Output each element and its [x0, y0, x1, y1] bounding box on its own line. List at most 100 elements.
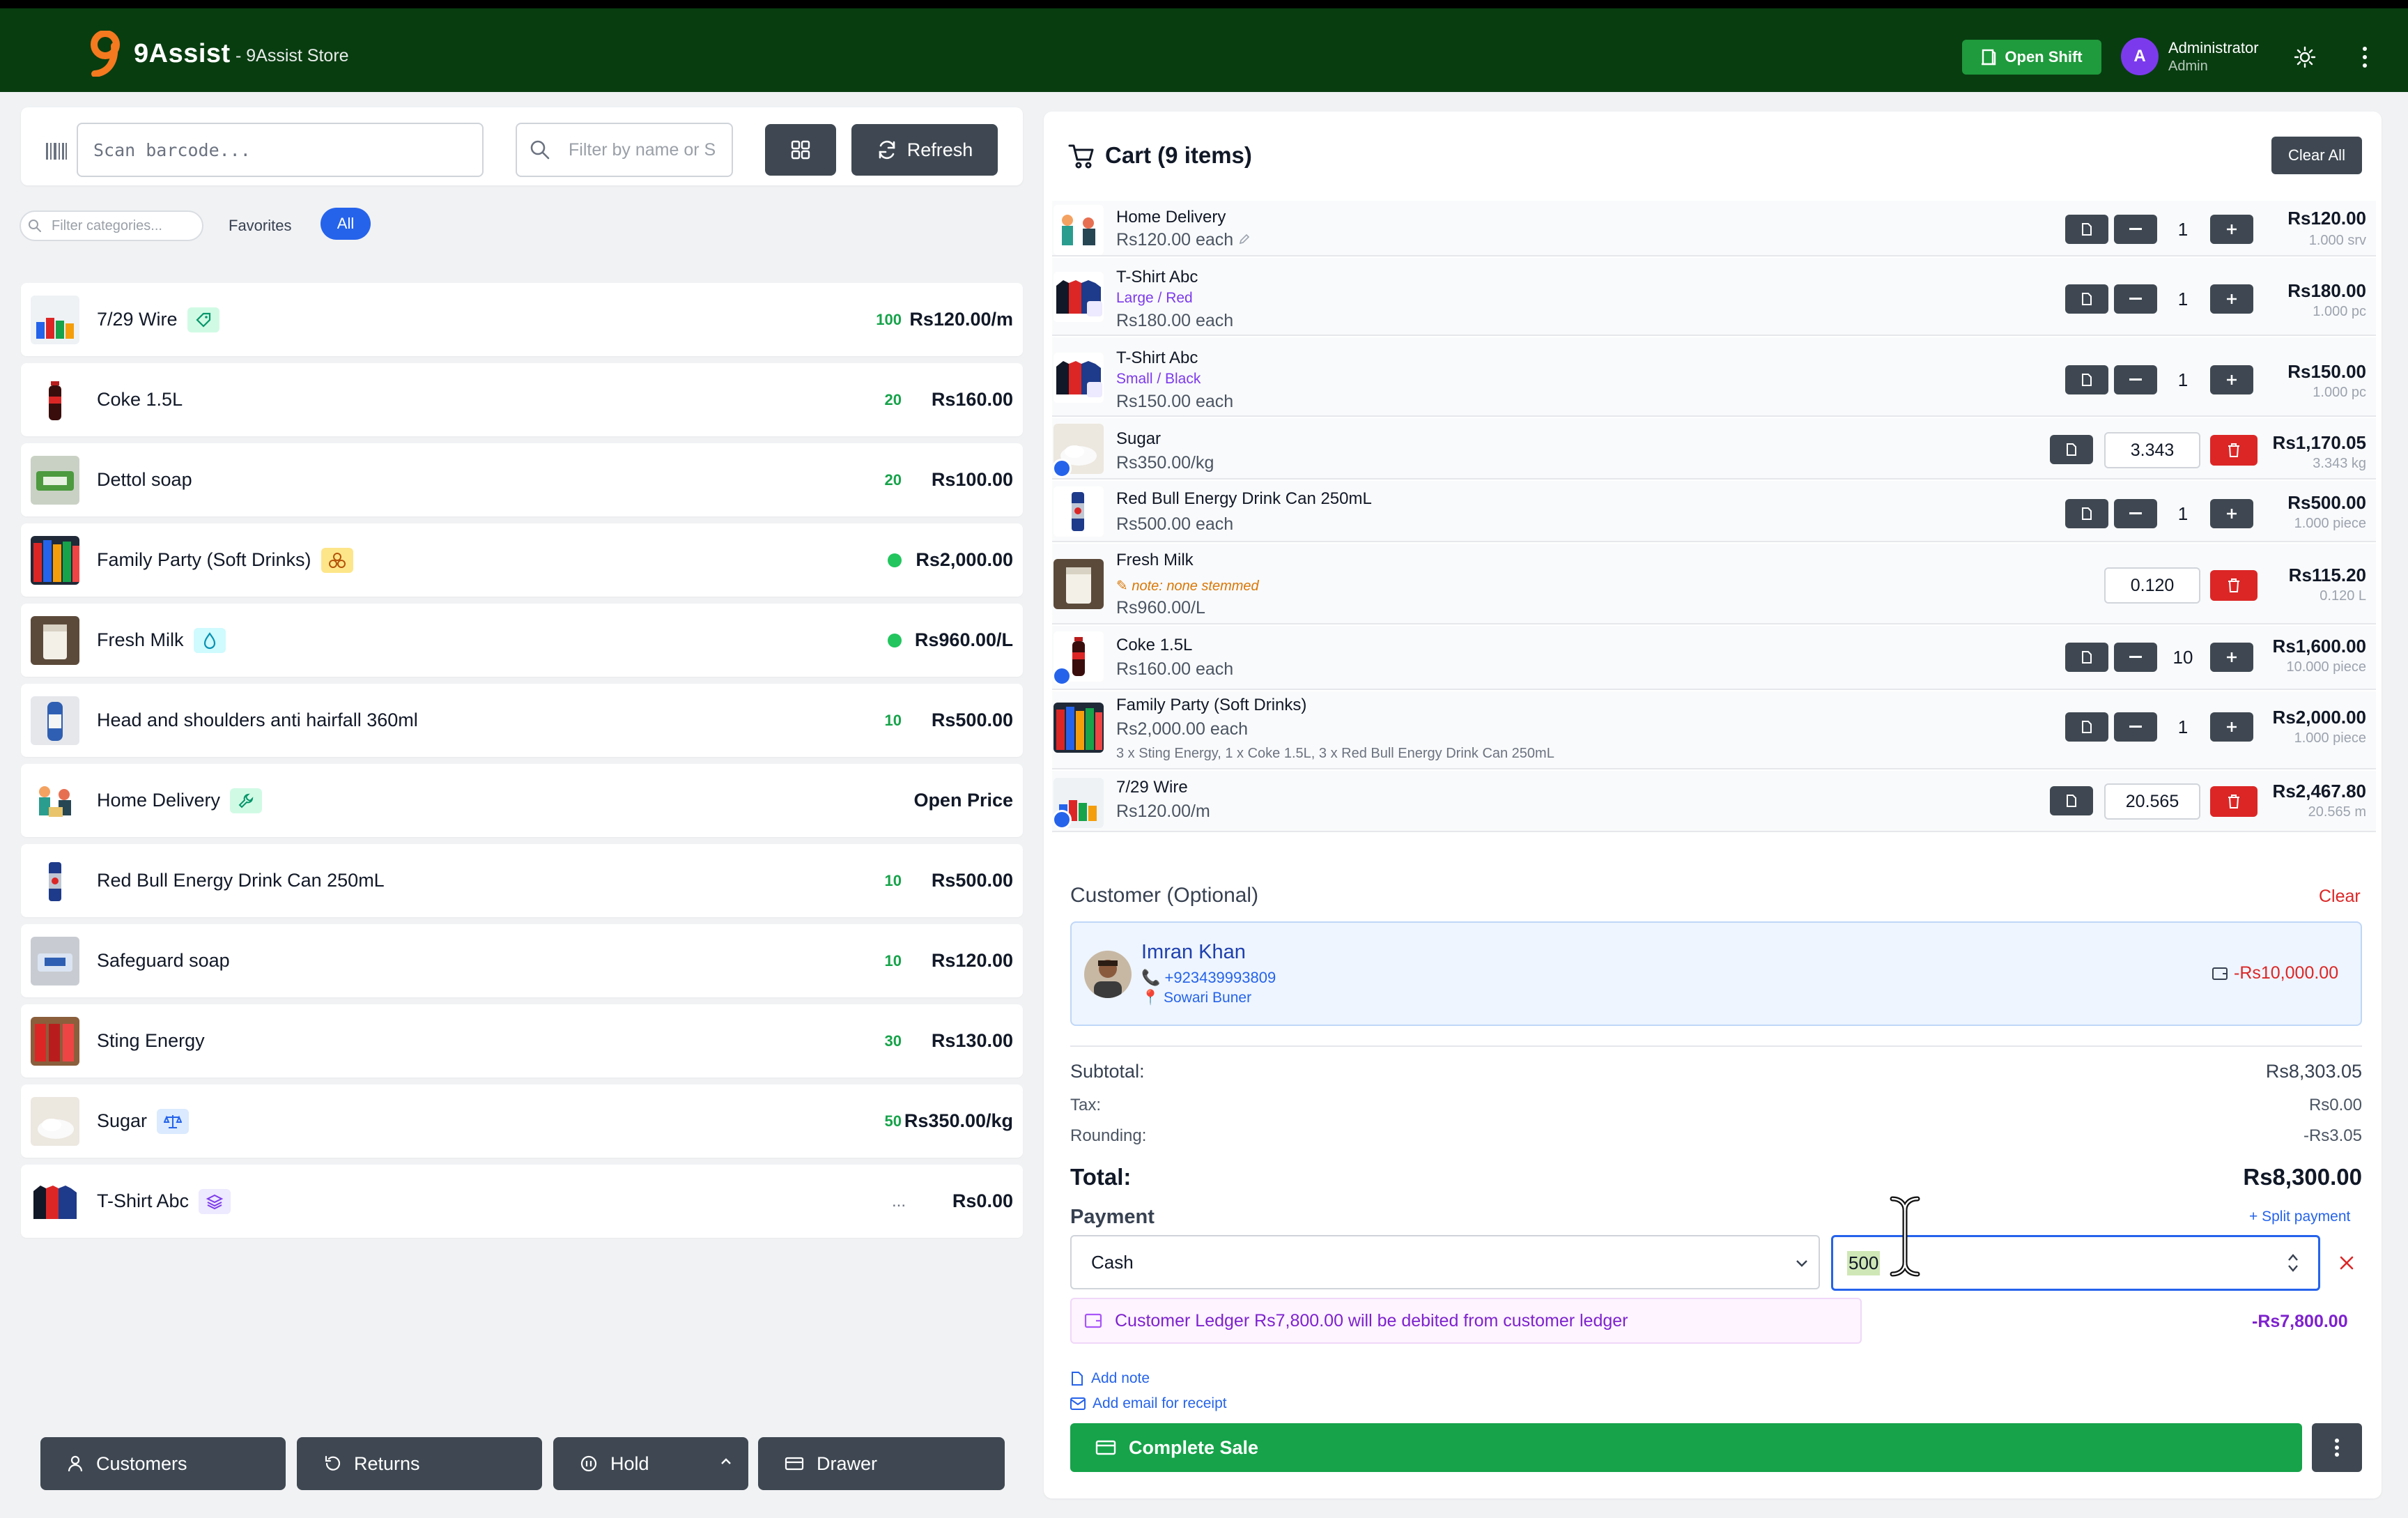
item-note-button[interactable]	[2050, 786, 2093, 815]
category-filter-input[interactable]: Filter categories...	[20, 210, 203, 241]
decrease-qty-button[interactable]	[2114, 643, 2157, 672]
product-price: Rs500.00	[931, 710, 1013, 730]
item-note-button[interactable]	[2065, 712, 2108, 742]
product-item[interactable]: T-Shirt Abc ... Rs0.00	[21, 1165, 1023, 1238]
cart-item: Sugar Rs350.00/kg 3.343 Rs1,170.05 3.343…	[1052, 418, 2376, 480]
increase-qty-button[interactable]	[2210, 712, 2253, 742]
product-price: Rs2,000.00	[916, 549, 1013, 570]
remove-item-button[interactable]	[2210, 570, 2258, 601]
product-name: Head and shoulders anti hairfall 360ml	[97, 710, 418, 730]
more-vertical-icon[interactable]	[2354, 45, 2376, 70]
open-shift-button[interactable]: Open Shift	[1962, 40, 2101, 75]
add-note-link[interactable]: Add note	[1070, 1370, 1150, 1387]
product-name: Home Delivery	[97, 790, 221, 811]
increase-qty-button[interactable]	[2210, 499, 2253, 528]
chevron-up-icon[interactable]	[719, 1457, 733, 1466]
category-favorites[interactable]: Favorites	[220, 211, 300, 240]
cart-item-unit: 1.000 srv	[2308, 233, 2366, 248]
increase-qty-button[interactable]	[2210, 284, 2253, 314]
cart-item-total: Rs2,000.00	[2272, 707, 2366, 728]
weight-qty-input[interactable]: 3.343	[2104, 432, 2200, 468]
item-note-button[interactable]	[2065, 365, 2108, 394]
product-price: Rs500.00	[931, 870, 1013, 891]
split-payment-link[interactable]: + Split payment	[2249, 1209, 2350, 1225]
product-item[interactable]: Sting Energy 30 Rs130.00	[21, 1004, 1023, 1078]
length-qty-input[interactable]: 20.565	[2104, 783, 2200, 820]
item-note-button[interactable]	[2065, 284, 2108, 314]
item-note-button[interactable]	[2065, 215, 2108, 244]
remove-payment-icon[interactable]	[2337, 1253, 2356, 1273]
customer-section-label: Customer (Optional)	[1070, 884, 1259, 907]
layers-icon	[199, 1188, 231, 1214]
more-options-button[interactable]	[2312, 1423, 2362, 1472]
product-item[interactable]: Coke 1.5L 20 Rs160.00	[21, 363, 1023, 436]
add-email-link[interactable]: Add email for receipt	[1070, 1395, 1227, 1412]
cart-item-unit: 10.000 piece	[2286, 659, 2366, 675]
note-icon	[2082, 223, 2092, 236]
number-spinner-icon[interactable]	[2285, 1250, 2301, 1275]
cart-item-name: Family Party (Soft Drinks)	[1116, 696, 1307, 714]
increase-qty-button[interactable]	[2210, 643, 2253, 672]
product-thumbnail	[31, 1177, 79, 1226]
weight-qty-input[interactable]: 0.120	[2104, 567, 2200, 604]
customer-name: Imran Khan	[1141, 941, 1246, 963]
product-item[interactable]: Fresh Milk Rs960.00/L	[21, 604, 1023, 677]
clear-all-button[interactable]: Clear All	[2271, 137, 2362, 174]
hold-button[interactable]: Hold	[553, 1437, 748, 1490]
cart-item-thumbnail	[1054, 353, 1104, 403]
product-price: Open Price	[913, 790, 1013, 811]
item-note-button[interactable]	[2065, 643, 2108, 672]
user-avatar[interactable]: A	[2121, 38, 2159, 75]
cart-item-qty: 1	[2177, 219, 2189, 240]
refresh-button[interactable]: Refresh	[851, 124, 998, 176]
edit-price-icon[interactable]	[1238, 233, 1251, 245]
cart-item-name: Red Bull Energy Drink Can 250mL	[1116, 489, 1372, 508]
payment-method-select[interactable]: Cash	[1070, 1235, 1820, 1289]
customers-button[interactable]: Customers	[40, 1437, 286, 1490]
decrease-qty-button[interactable]	[2114, 499, 2157, 528]
product-item[interactable]: Family Party (Soft Drinks) Rs2,000.00	[21, 523, 1023, 597]
decrease-qty-button[interactable]	[2114, 284, 2157, 314]
product-item[interactable]: 7/29 Wire 100 Rs120.00/m	[21, 283, 1023, 356]
product-item[interactable]: Head and shoulders anti hairfall 360ml 1…	[21, 684, 1023, 757]
product-item[interactable]: Sugar 50 Rs350.00/kg	[21, 1084, 1023, 1158]
cart-item: T-Shirt Abc Small / Black Rs150.00 each …	[1052, 337, 2376, 417]
remove-item-button[interactable]	[2210, 786, 2258, 817]
cart-item: 7/29 Wire Rs120.00/m 20.565 Rs2,467.80 2…	[1052, 771, 2376, 832]
payment-label: Payment	[1070, 1206, 1155, 1228]
shift-icon	[1982, 49, 1996, 66]
product-item[interactable]: Safeguard soap 10 Rs120.00	[21, 924, 1023, 997]
decrease-qty-button[interactable]	[2114, 215, 2157, 244]
complete-sale-button[interactable]: Complete Sale	[1070, 1423, 2302, 1472]
remove-item-button[interactable]	[2210, 435, 2258, 466]
product-stock: 10	[884, 711, 902, 729]
decrease-qty-button[interactable]	[2114, 712, 2157, 742]
product-item[interactable]: Red Bull Energy Drink Can 250mL 10 Rs500…	[21, 844, 1023, 917]
product-price: Rs350.00/kg	[904, 1110, 1013, 1131]
drawer-button[interactable]: Drawer	[758, 1437, 1005, 1490]
cart-item-total: Rs115.20	[2288, 565, 2366, 585]
increase-qty-button[interactable]	[2210, 365, 2253, 394]
tax-value: Rs0.00	[2308, 1096, 2362, 1114]
returns-button[interactable]: Returns	[297, 1437, 542, 1490]
item-note-button[interactable]	[2065, 499, 2108, 528]
category-all[interactable]: All	[321, 208, 371, 240]
cart-item-note: ✎ note: none stemmed	[1116, 578, 1259, 594]
grid-view-button[interactable]	[765, 124, 836, 176]
decrease-qty-button[interactable]	[2114, 365, 2157, 394]
barcode-scan-input[interactable]: Scan barcode...	[77, 123, 484, 177]
item-note-button[interactable]	[2050, 435, 2093, 464]
cart-item-name: Sugar	[1116, 429, 1161, 448]
minus-icon	[2129, 512, 2142, 514]
product-item[interactable]: Dettol soap 20 Rs100.00	[21, 443, 1023, 516]
product-price: Rs0.00	[952, 1190, 1013, 1211]
clear-customer-link[interactable]: Clear	[2319, 887, 2361, 907]
cart-item: Red Bull Energy Drink Can 250mL Rs500.00…	[1052, 481, 2376, 542]
cart-item-name: Home Delivery	[1116, 208, 1226, 227]
scale-icon	[157, 1108, 190, 1134]
increase-qty-button[interactable]	[2210, 215, 2253, 244]
cart-item-qty: 1	[2177, 289, 2189, 309]
plus-icon	[2227, 224, 2237, 234]
product-item[interactable]: Home Delivery Open Price	[21, 764, 1023, 837]
sun-icon[interactable]	[2294, 46, 2316, 68]
